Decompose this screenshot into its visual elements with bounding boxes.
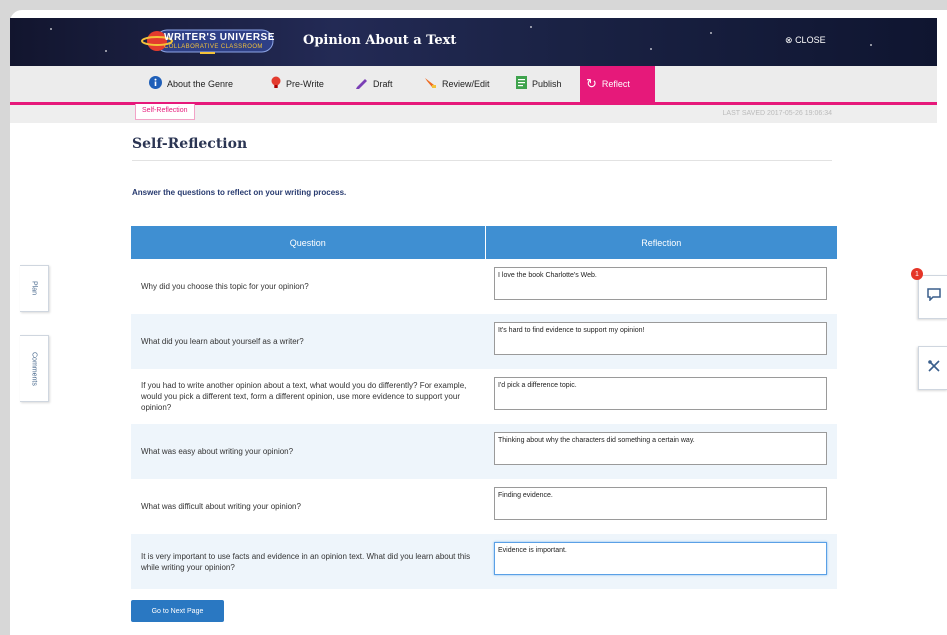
tab-publish[interactable]: Publish: [510, 66, 578, 102]
comments-side-tab[interactable]: Comments: [20, 335, 49, 402]
next-page-button[interactable]: Go to Next Page: [131, 600, 224, 622]
star-decoration: [530, 26, 532, 28]
refresh-icon: ↻: [586, 76, 597, 91]
reflection-textarea[interactable]: Evidence is important.: [494, 542, 827, 575]
tools-icon: [927, 359, 941, 378]
question-text: What was easy about writing your opinion…: [141, 447, 294, 456]
tab-about-the-genre[interactable]: About the Genre: [143, 66, 263, 102]
info-icon: [149, 76, 162, 92]
reflection-table: Question Reflection Why did you choose t…: [131, 226, 837, 589]
star-decoration: [650, 48, 652, 50]
column-header-question: Question: [131, 226, 486, 259]
logo-title: WRITER'S UNIVERSE: [164, 32, 275, 43]
table-row: What was easy about writing your opinion…: [131, 424, 837, 479]
plan-side-tab[interactable]: Plan: [20, 265, 49, 312]
reflection-textarea[interactable]: Finding evidence.: [494, 487, 827, 520]
table-row: It is very important to use facts and ev…: [131, 534, 837, 589]
close-label: CLOSE: [795, 35, 826, 45]
app-title: Opinion About a Text: [303, 33, 457, 48]
writers-universe-logo: WRITER'S UNIVERSE COLLABORATIVE CLASSROO…: [140, 27, 275, 57]
tab-draft[interactable]: Draft: [349, 66, 414, 102]
star-decoration: [710, 32, 712, 34]
tab-label: Pre-Write: [286, 79, 324, 89]
star-decoration: [870, 44, 872, 46]
question-text: If you had to write another opinion abou…: [141, 381, 467, 412]
page-title: Self-Reflection: [132, 136, 248, 152]
comments-tab-label: Comments: [30, 351, 38, 386]
document-icon: [516, 76, 527, 92]
tab-label: About the Genre: [167, 79, 234, 89]
table-header: Question Reflection: [131, 226, 837, 259]
tab-review-edit[interactable]: Review/Edit: [418, 66, 508, 102]
last-saved-text: LAST SAVED 2017-05-26 19:06:34: [722, 110, 832, 117]
notification-badge: 1: [911, 268, 923, 280]
reflection-textarea[interactable]: It's hard to find evidence to support my…: [494, 322, 827, 355]
tab-pre-write[interactable]: Pre-Write: [265, 66, 345, 102]
chat-button[interactable]: [918, 275, 947, 319]
genre-nav: About the Genre Pre-Write Draft Review/E…: [10, 66, 937, 102]
table-row: Why did you choose this topic for your o…: [131, 259, 837, 314]
tab-label: Publish: [532, 79, 562, 89]
question-text: What was difficult about writing your op…: [141, 502, 301, 511]
highlighter-icon: [424, 76, 437, 92]
reflection-textarea[interactable]: I'd pick a difference topic.: [494, 377, 827, 410]
tab-label: Review/Edit: [442, 79, 490, 89]
tab-label: Reflect: [601, 79, 630, 89]
question-text: What did you learn about yourself as a w…: [141, 337, 304, 346]
close-button[interactable]: ⊗ CLOSE: [785, 35, 826, 46]
pencil-icon: [355, 76, 368, 92]
title-divider: [132, 160, 832, 161]
star-decoration: [105, 50, 107, 52]
reflection-textarea[interactable]: Thinking about why the characters did so…: [494, 432, 827, 465]
question-text: Why did you choose this topic for your o…: [141, 282, 309, 291]
instructions-text: Answer the questions to reflect on your …: [132, 188, 347, 197]
plan-tab-label: Plan: [30, 281, 38, 296]
column-header-reflection: Reflection: [641, 237, 682, 248]
question-text: It is very important to use facts and ev…: [141, 551, 471, 572]
close-icon: ⊗: [785, 35, 793, 45]
star-decoration: [50, 28, 52, 30]
breadcrumb[interactable]: Self-Reflection: [135, 104, 195, 120]
tab-label: Draft: [373, 79, 393, 89]
logo-subtitle: COLLABORATIVE CLASSROOM: [164, 44, 263, 50]
reflection-textarea[interactable]: I love the book Charlotte's Web.: [494, 267, 827, 300]
table-row: What did you learn about yourself as a w…: [131, 314, 837, 369]
table-row: If you had to write another opinion abou…: [131, 369, 837, 424]
tools-button[interactable]: [918, 346, 947, 390]
app-header: WRITER'S UNIVERSE COLLABORATIVE CLASSROO…: [10, 18, 937, 66]
lightbulb-icon: [271, 76, 281, 92]
table-row: What was difficult about writing your op…: [131, 479, 837, 534]
tab-reflect[interactable]: ↻ Reflect: [580, 66, 655, 102]
chat-icon: [926, 288, 941, 306]
